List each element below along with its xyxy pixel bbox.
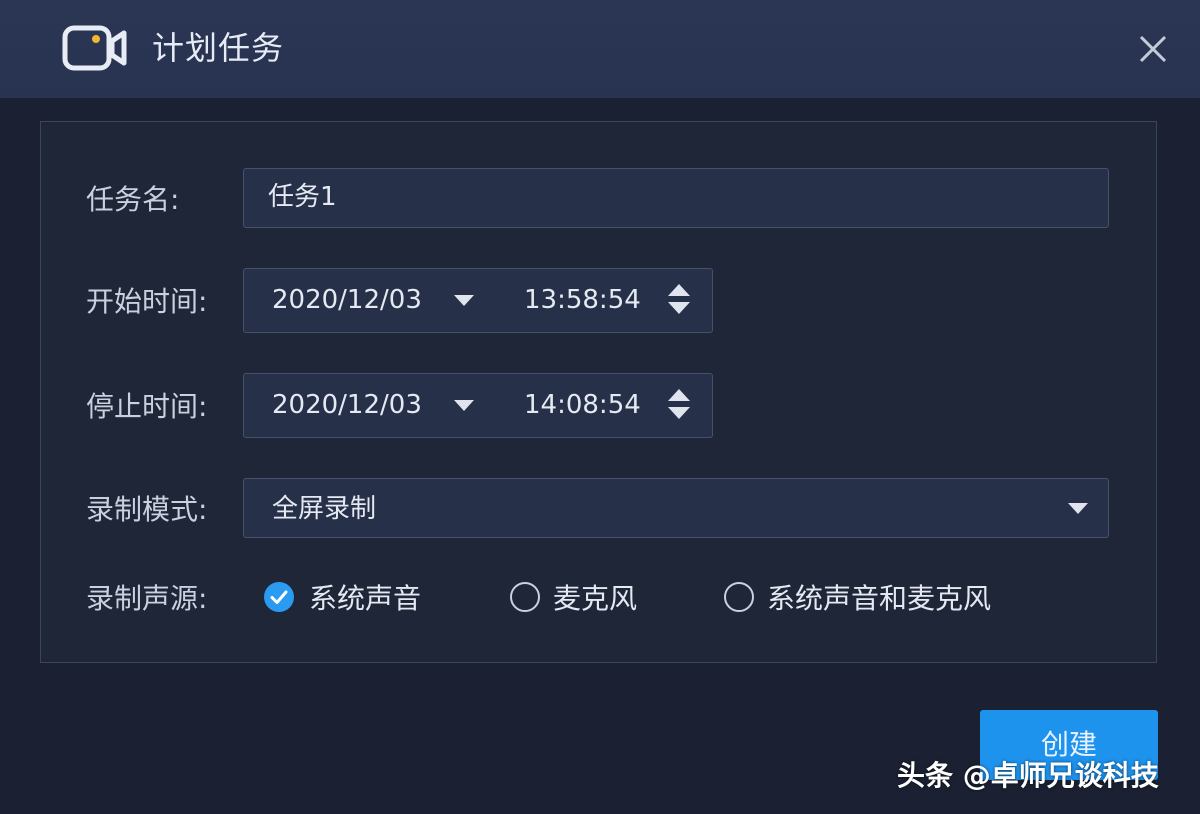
title-bar: 计划任务	[0, 0, 1200, 98]
stop-time-field: 2020/12/03 14:08:54	[243, 373, 713, 438]
radio-system-and-microphone[interactable]	[724, 582, 754, 612]
start-time-field: 2020/12/03 13:58:54	[243, 268, 713, 333]
video-camera-icon	[62, 25, 127, 71]
stop-time-label: 停止时间:	[86, 390, 208, 423]
radio-label-system-audio[interactable]: 系统声音	[309, 579, 421, 619]
stop-date-dropdown-icon[interactable]	[454, 400, 474, 411]
chevron-down-icon	[1068, 503, 1088, 514]
radio-label-system-and-microphone[interactable]: 系统声音和麦克风	[767, 579, 991, 619]
start-date-dropdown-icon[interactable]	[454, 295, 474, 306]
record-mode-label: 录制模式:	[86, 493, 208, 526]
audio-source-label: 录制声源:	[86, 582, 208, 615]
spin-down-icon[interactable]	[668, 407, 690, 419]
spin-up-icon[interactable]	[668, 389, 690, 401]
close-icon[interactable]	[1134, 30, 1172, 68]
start-time-spinner-icon[interactable]	[668, 284, 690, 318]
record-mode-select[interactable]: 全屏录制	[243, 478, 1109, 538]
radio-system-audio[interactable]	[264, 582, 294, 612]
record-mode-value: 全屏录制	[272, 494, 377, 524]
radio-label-microphone[interactable]: 麦克风	[553, 579, 637, 619]
stop-date-value[interactable]: 2020/12/03	[272, 387, 422, 423]
scheduled-task-dialog: 计划任务 任务名: 任务1 开始时间: 2020/12/03 13:58:54 …	[0, 0, 1200, 814]
task-name-input[interactable]: 任务1	[243, 168, 1109, 228]
start-time-value[interactable]: 13:58:54	[524, 282, 641, 318]
start-time-label: 开始时间:	[86, 285, 208, 318]
stop-time-value[interactable]: 14:08:54	[524, 387, 641, 423]
dialog-title: 计划任务	[152, 29, 285, 67]
spin-up-icon[interactable]	[668, 284, 690, 296]
task-name-label: 任务名:	[86, 183, 180, 216]
stop-time-spinner-icon[interactable]	[668, 389, 690, 423]
start-date-value[interactable]: 2020/12/03	[272, 282, 422, 318]
radio-microphone[interactable]	[510, 582, 540, 612]
spin-down-icon[interactable]	[668, 302, 690, 314]
task-name-value: 任务1	[268, 182, 337, 212]
check-icon	[270, 590, 288, 604]
watermark: 头条 @卓师兄谈科技	[897, 759, 1159, 792]
